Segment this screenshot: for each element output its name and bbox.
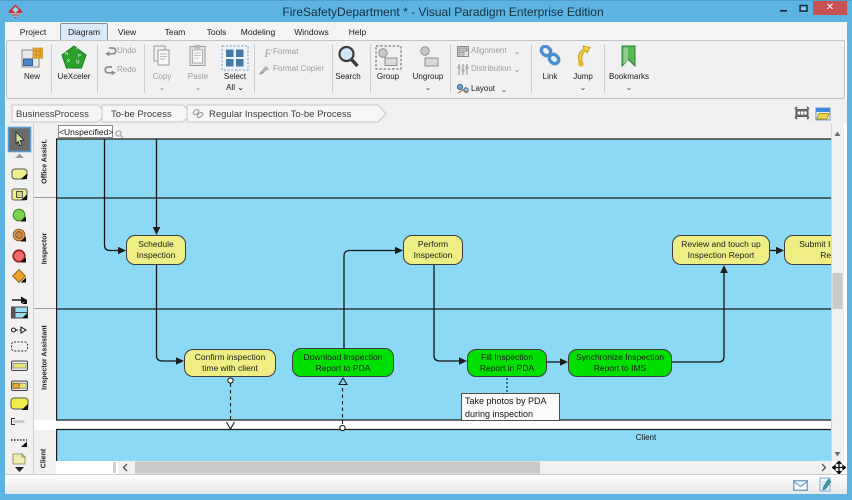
svg-text:To-be Process: To-be Process [111, 109, 172, 120]
svg-text:Q: Q [76, 59, 80, 64]
svg-text:P: P [78, 53, 81, 58]
svg-text:*: * [76, 47, 78, 52]
svg-text:N: N [65, 51, 68, 56]
svg-text:Regular Inspection To-be Proce: Regular Inspection To-be Process [209, 109, 352, 120]
svg-text:BusinessProcess: BusinessProcess [16, 109, 89, 120]
svg-text:X: X [67, 58, 70, 63]
svg-text:Client: Client [636, 433, 657, 442]
